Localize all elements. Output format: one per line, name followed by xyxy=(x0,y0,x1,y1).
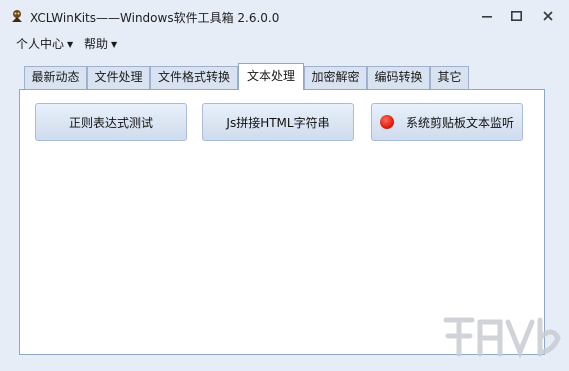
menu-help[interactable]: 帮助 ▼ xyxy=(84,34,117,54)
app-window: XCLWinKits——Windows软件工具箱 2.6.0.0 个人中心 ▼ 帮… xyxy=(0,0,569,371)
js-html-string-label: Js拼接HTML字符串 xyxy=(226,115,330,130)
tab-label: 文件格式转换 xyxy=(157,70,230,84)
chevron-down-icon: ▼ xyxy=(111,39,118,49)
minimize-icon xyxy=(482,16,492,18)
app-icon xyxy=(12,10,22,22)
tab-file-format-conversion[interactable]: 文件格式转换 xyxy=(150,66,238,89)
clipboard-monitor-button[interactable]: 系统剪贴板文本监听 xyxy=(371,103,523,141)
tab-other[interactable]: 其它 xyxy=(430,66,469,89)
tab-latest-news[interactable]: 最新动态 xyxy=(24,66,87,89)
status-indicator-icon xyxy=(379,115,394,129)
menu-personal-center-label: 个人中心 xyxy=(16,37,65,51)
close-icon xyxy=(543,11,553,21)
close-button[interactable] xyxy=(538,7,558,25)
maximize-button[interactable] xyxy=(506,7,526,25)
chevron-down-icon: ▼ xyxy=(67,39,74,49)
regex-test-button[interactable]: 正则表达式测试 xyxy=(35,103,187,141)
tab-label: 加密解密 xyxy=(311,70,360,84)
xiazaiba-watermark xyxy=(443,317,561,359)
window-title: XCLWinKits——Windows软件工具箱 2.6.0.0 xyxy=(30,11,280,25)
tab-label: 其它 xyxy=(437,70,462,84)
tab-encoding-conversion[interactable]: 编码转换 xyxy=(367,66,430,89)
minimize-button[interactable] xyxy=(477,7,497,25)
clipboard-monitor-label: 系统剪贴板文本监听 xyxy=(405,115,514,130)
tab-label: 编码转换 xyxy=(374,70,423,84)
tab-file-processing[interactable]: 文件处理 xyxy=(87,66,150,89)
tab-label: 文件处理 xyxy=(94,70,143,84)
menu-help-label: 帮助 xyxy=(84,37,109,51)
title-bar[interactable]: XCLWinKits——Windows软件工具箱 2.6.0.0 xyxy=(0,0,569,30)
menu-personal-center[interactable]: 个人中心 ▼ xyxy=(16,34,73,54)
tab-encryption-decryption[interactable]: 加密解密 xyxy=(304,66,367,89)
tab-label: 文本处理 xyxy=(246,69,295,83)
js-html-string-button[interactable]: Js拼接HTML字符串 xyxy=(202,103,354,141)
maximize-icon xyxy=(510,11,522,21)
regex-test-label: 正则表达式测试 xyxy=(68,115,153,130)
tab-text-processing[interactable]: 文本处理 xyxy=(238,63,304,90)
tab-label: 最新动态 xyxy=(31,70,80,84)
